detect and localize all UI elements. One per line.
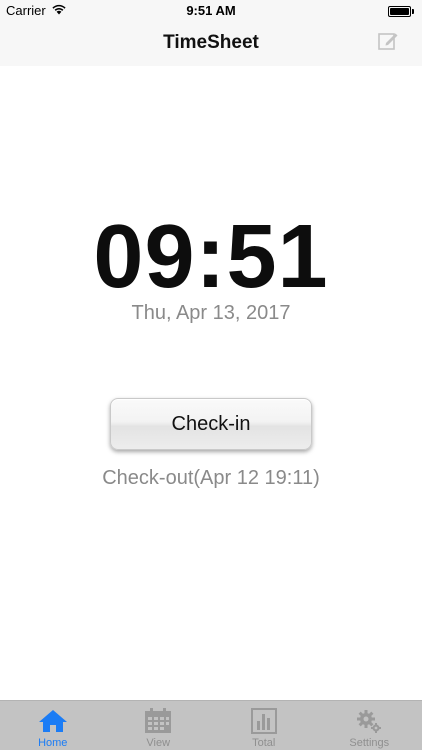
bar-chart-icon [249, 707, 279, 735]
tab-total-label: Total [252, 737, 276, 749]
edit-button[interactable] [376, 31, 400, 55]
navigation-bar: TimeSheet [0, 22, 422, 66]
timesheet-screen: Carrier 9:51 AM TimeSheet 09:51 Thu, Apr… [0, 0, 422, 750]
battery-icon [388, 6, 414, 17]
tab-settings-label: Settings [349, 737, 390, 749]
tab-view-label: View [146, 737, 171, 749]
gear-icon [354, 707, 384, 735]
status-bar: Carrier 9:51 AM [0, 0, 422, 22]
tab-home[interactable]: Home [0, 701, 106, 750]
page-title: TimeSheet [163, 32, 259, 53]
tab-bar: Home View Total Settings [0, 700, 422, 750]
current-time-display: 09:51 [93, 207, 329, 307]
tab-home-label: Home [38, 737, 68, 749]
home-icon [38, 707, 68, 735]
tab-view[interactable]: View [106, 701, 212, 750]
tab-settings[interactable]: Settings [317, 701, 422, 750]
edit-icon [377, 30, 399, 57]
calendar-icon [143, 707, 173, 735]
status-time: 9:51 AM [186, 3, 236, 18]
current-date-display: Thu, Apr 13, 2017 [131, 302, 291, 324]
check-in-button[interactable]: Check-in [110, 398, 312, 450]
tab-total[interactable]: Total [211, 701, 317, 750]
last-checkout-label: Check-out(Apr 12 19:11) [102, 467, 320, 489]
